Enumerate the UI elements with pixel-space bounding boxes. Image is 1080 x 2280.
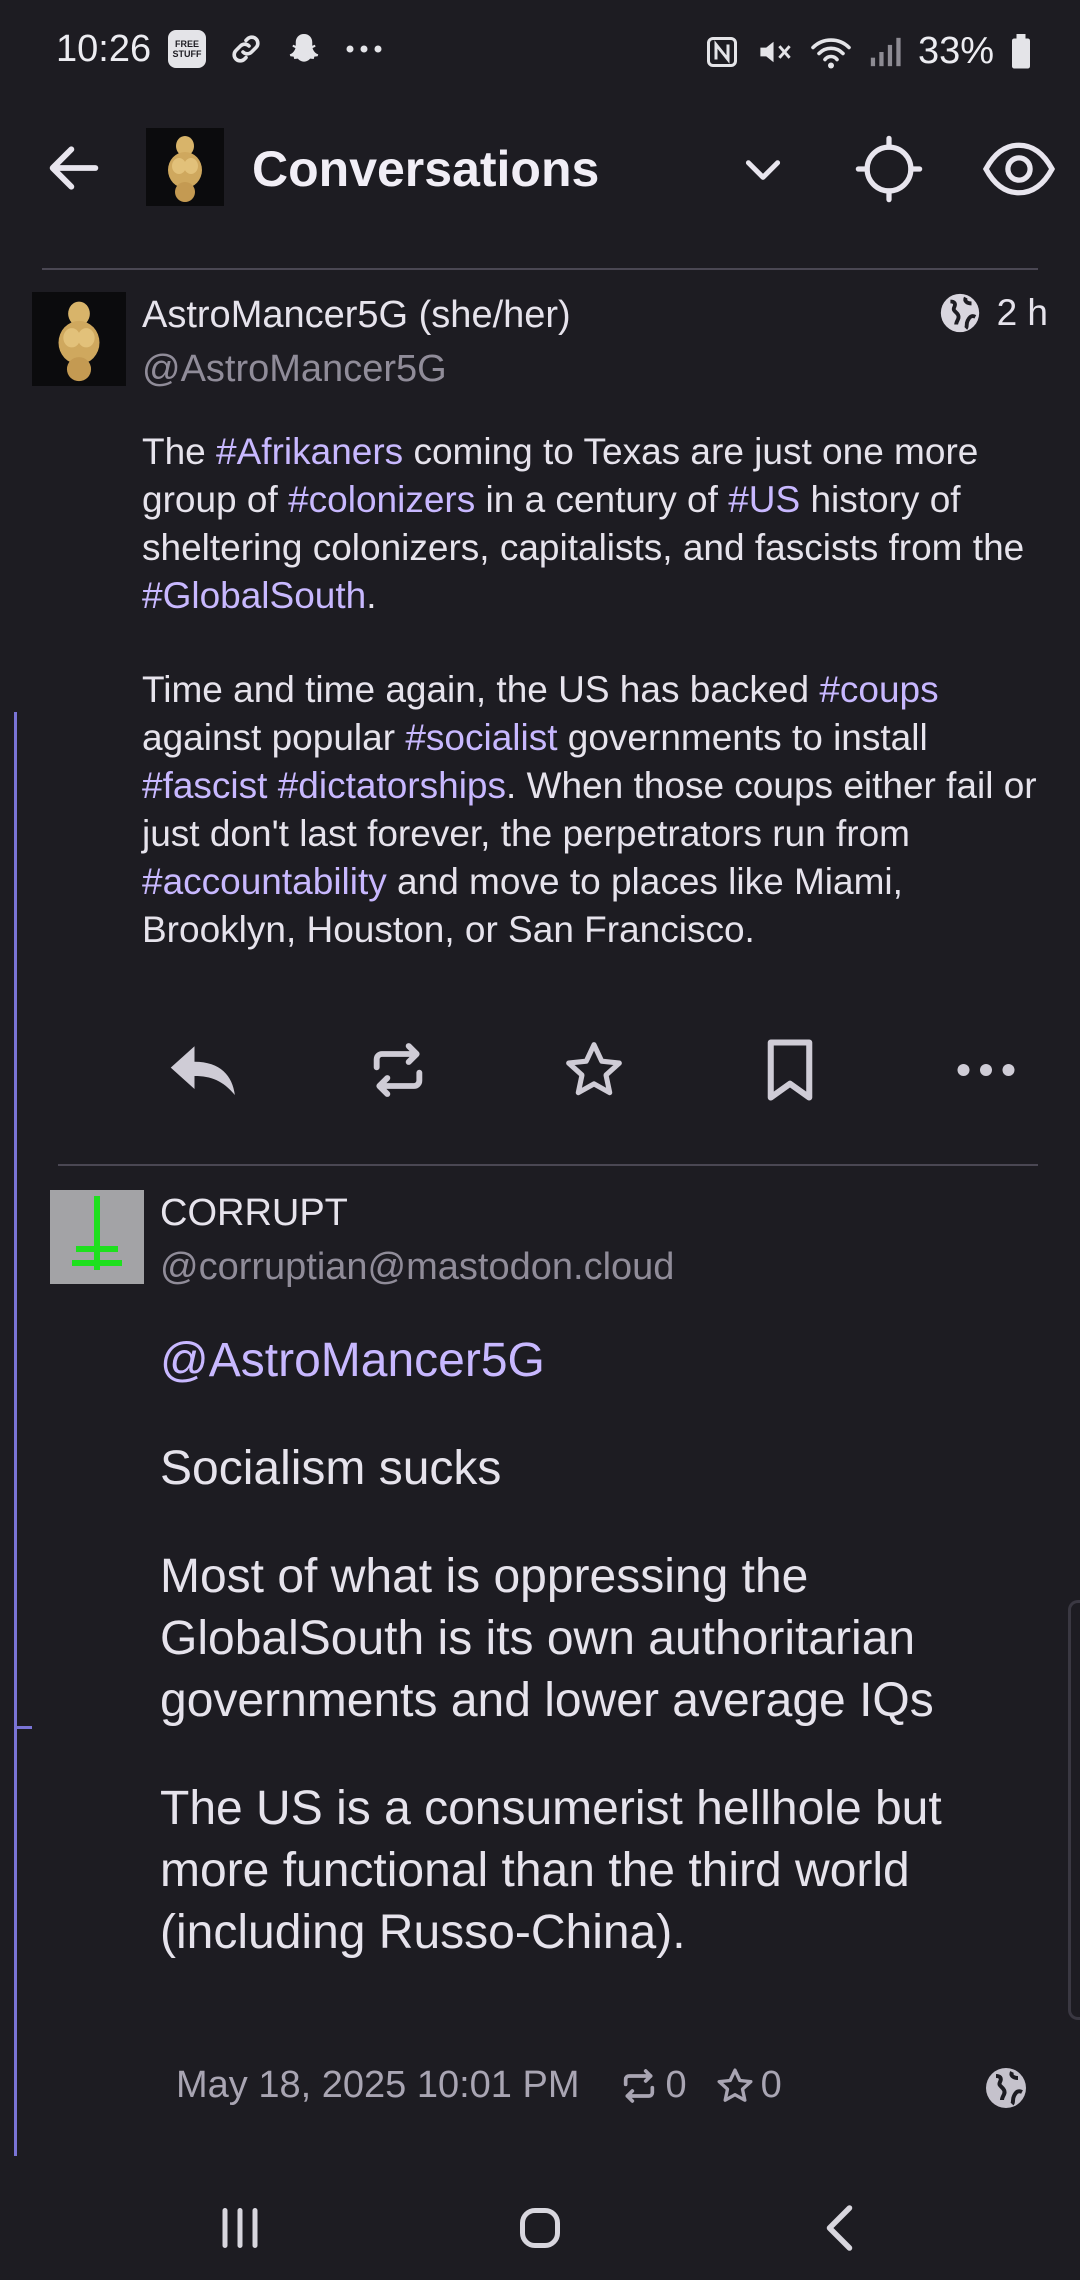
post-meta: 2 h xyxy=(937,290,1048,336)
reply-timestamp: May 18, 2025 10:01 PM xyxy=(176,2064,580,2106)
post-text: The xyxy=(142,431,217,472)
recent-apps-icon[interactable] xyxy=(210,2198,270,2258)
status-bar: 10:26 FREE STUFF 33% xyxy=(0,0,1080,104)
account-avatar[interactable] xyxy=(146,128,224,206)
post-content: The #Afrikaners coming to Texas are just… xyxy=(142,428,1042,1000)
post-text: in a century of xyxy=(475,479,729,520)
bookmark-icon xyxy=(767,1039,813,1101)
signal-icon xyxy=(870,37,901,66)
figurine-icon xyxy=(32,292,126,386)
thread-line xyxy=(14,712,17,2156)
battery-percent: 33% xyxy=(917,30,994,72)
favourite-count[interactable]: 0 xyxy=(715,2064,782,2107)
hashtag-link[interactable]: #colonizers xyxy=(288,479,475,520)
reply-paragraph-1: Socialism sucks xyxy=(160,1442,502,1495)
clock: 10:26 xyxy=(56,28,152,70)
author-name[interactable]: AstroMancer5G (she/her) xyxy=(142,294,571,337)
mute-icon xyxy=(760,41,791,62)
nav-back-icon[interactable] xyxy=(812,2198,872,2258)
nfc-icon xyxy=(706,36,737,67)
hashtag-link[interactable]: #US xyxy=(728,479,800,520)
hashtag-link[interactable]: #dictatorships xyxy=(278,765,506,806)
link-icon xyxy=(232,35,260,63)
post-actions xyxy=(0,1030,1080,1110)
post-text: Time and time again, the US has backed xyxy=(142,669,820,710)
reply-button[interactable] xyxy=(164,1030,244,1110)
reply-author-handle[interactable]: @corruptian@mastodon.cloud xyxy=(160,1246,674,1289)
inverted-cross-icon xyxy=(50,1190,144,1284)
wifi-icon xyxy=(811,37,851,68)
star-icon xyxy=(717,2068,753,2102)
post-paragraph-2: Time and time again, the US has backed #… xyxy=(142,666,1042,954)
boost-count[interactable]: 0 xyxy=(619,2064,687,2107)
post-text xyxy=(267,765,277,806)
reply-author-name[interactable]: CORRUPT xyxy=(160,1192,348,1235)
scrollbar-handle[interactable] xyxy=(1068,1600,1080,2020)
back-arrow-icon[interactable] xyxy=(42,136,106,200)
reply-paragraph-3: The US is a consumerist hellhole but mor… xyxy=(160,1782,942,1959)
crosshair-icon[interactable] xyxy=(854,134,924,204)
hashtag-link[interactable]: #Afrikaners xyxy=(216,431,403,472)
app-bar: Conversations xyxy=(0,110,1080,230)
favourite-count-value: 0 xyxy=(760,2064,782,2106)
reply-footer: May 18, 2025 10:01 PM 0 0 xyxy=(176,2064,782,2107)
post-paragraph-1: The #Afrikaners coming to Texas are just… xyxy=(142,428,1042,620)
reply-content: @AstroMancer5G Socialism sucks Most of w… xyxy=(160,1330,1040,2010)
author-avatar[interactable] xyxy=(32,292,126,386)
page-title: Conversations xyxy=(252,141,600,197)
post-text: . xyxy=(366,575,377,616)
thread-connector xyxy=(14,1726,32,1729)
post-divider xyxy=(58,1164,1038,1166)
figurine-icon xyxy=(146,128,224,206)
globe-icon xyxy=(940,293,979,333)
eye-icon[interactable] xyxy=(982,138,1056,200)
post-age: 2 h xyxy=(996,292,1048,333)
chevron-down-icon[interactable] xyxy=(738,144,788,194)
hashtag-link[interactable]: #socialist xyxy=(405,717,557,758)
boost-icon xyxy=(373,1043,423,1097)
hashtag-link[interactable]: #accountability xyxy=(142,861,387,902)
snapchat-icon xyxy=(289,34,319,62)
more-icon xyxy=(957,1064,1015,1076)
more-notifications-icon xyxy=(346,45,382,53)
globe-icon xyxy=(986,2068,1026,2108)
mention-link[interactable]: @AstroMancer5G xyxy=(160,1334,545,1387)
hashtag-link[interactable]: #GlobalSouth xyxy=(142,575,366,616)
reply-paragraph-2: Most of what is oppressing the GlobalSou… xyxy=(160,1550,934,1727)
home-icon[interactable] xyxy=(510,2198,570,2258)
boost-button[interactable] xyxy=(358,1030,438,1110)
system-icons: 33% xyxy=(704,30,1032,73)
reply-author-avatar[interactable] xyxy=(50,1190,144,1284)
post-text: governments to install xyxy=(557,717,928,758)
free-stuff-badge-icon: FREE STUFF xyxy=(168,30,206,68)
hashtag-link[interactable]: #fascist xyxy=(142,765,267,806)
battery-icon xyxy=(1012,33,1030,68)
bookmark-button[interactable] xyxy=(750,1030,830,1110)
system-nav-bar xyxy=(0,2170,1080,2280)
hashtag-link[interactable]: #coups xyxy=(819,669,938,710)
header-divider xyxy=(42,268,1038,270)
post-text: against popular xyxy=(142,717,406,758)
notification-icons: FREE STUFF xyxy=(168,30,384,68)
more-button[interactable] xyxy=(946,1030,1026,1110)
star-icon xyxy=(566,1042,622,1096)
reply-icon xyxy=(170,1046,235,1095)
author-handle[interactable]: @AstroMancer5G xyxy=(142,348,447,391)
boost-count-value: 0 xyxy=(665,2064,687,2106)
boost-icon xyxy=(624,2068,655,2103)
favourite-button[interactable] xyxy=(554,1030,634,1110)
